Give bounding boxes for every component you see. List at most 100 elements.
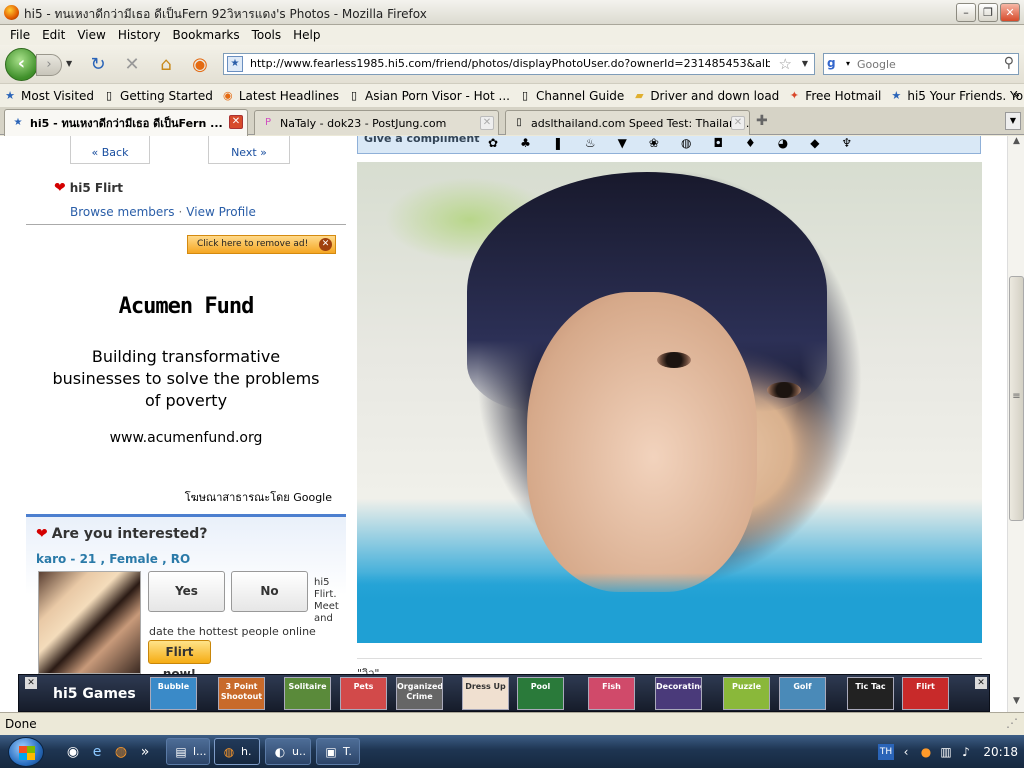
forward-button[interactable]: › [36,54,62,76]
quicklaunch-more-icon[interactable]: » [136,743,154,761]
view-profile-link[interactable]: View Profile [186,205,256,219]
tray-app-icon[interactable]: ● [918,744,934,760]
task-window[interactable]: ▣ T. [316,738,360,765]
game-thumb[interactable]: Puzzle [723,677,770,710]
history-dropdown-icon[interactable]: ▼ [66,59,72,68]
main-photo[interactable] [357,162,982,643]
game-thumb[interactable]: Flirt [902,677,949,710]
game-thumb[interactable]: Dress Up [462,677,509,710]
close-tab-icon[interactable]: ✕ [480,116,494,130]
bookmark-star-icon[interactable]: ☆ [779,55,792,73]
search-input[interactable] [857,56,997,72]
advertisement[interactable]: Acumen Fund Building transformative busi… [36,254,336,506]
game-thumb[interactable]: Pool [517,677,564,710]
menu-edit[interactable]: Edit [36,28,71,42]
bookmark-driver-folder[interactable]: ▰ Driver and down load [632,89,779,103]
ad-title[interactable]: Acumen Fund [36,294,336,319]
ie-icon[interactable]: e [88,743,106,761]
bottle-icon[interactable]: ❚ [553,136,563,150]
volume-icon[interactable]: ♪ [958,744,974,760]
bookmark-asian-visor[interactable]: ▯ Asian Porn Visor - Hot ... [347,89,510,103]
clock[interactable]: 20:18 [983,745,1018,759]
menu-view[interactable]: View [71,28,111,42]
lips-icon[interactable]: ◕ [778,136,788,150]
restore-button[interactable]: ❐ [978,3,998,22]
back-button[interactable]: ‹ [5,48,38,81]
bookmark-channel-guide[interactable]: ▯ Channel Guide [518,89,624,103]
url-dropdown-icon[interactable]: ▼ [802,59,808,68]
cake-icon[interactable]: ◍ [681,136,691,150]
scroll-down-icon[interactable]: ▼ [1009,696,1024,712]
task-globe[interactable]: ◐ u.. [265,738,311,765]
vertical-scrollbar[interactable]: ▲ ≡ ▼ [1007,136,1024,712]
next-photo-link[interactable]: Next » [208,136,290,164]
candy-icon[interactable]: ◆ [810,136,819,150]
task-firefox[interactable]: ◍ h. [214,738,260,765]
game-thumb[interactable]: Fish [588,677,635,710]
search-engine-dropdown-icon[interactable]: ▾ [846,59,850,68]
close-window-button[interactable]: ✕ [1000,3,1020,22]
person-info[interactable]: karo - 21 , Female , RO [36,552,190,566]
bookmarks-overflow-icon[interactable]: » [1013,88,1020,102]
firefox-quicklaunch-icon[interactable]: ◍ [112,743,130,761]
toast-icon[interactable]: ♆ [841,136,852,150]
game-thumb[interactable]: Tic Tac [847,677,894,710]
game-thumb[interactable]: Decorating [655,677,702,710]
menu-bookmarks[interactable]: Bookmarks [167,28,246,42]
drink-icon[interactable]: ♨ [585,136,596,150]
bookmark-free-hotmail[interactable]: ✦ Free Hotmail [787,89,882,103]
flower-icon[interactable]: ✿ [488,136,498,150]
tab-hi5[interactable]: ★ hi5 - ทนเหงาดีกว่ามีเธอ ดีเป็นFern ...… [4,109,248,136]
menu-tools[interactable]: Tools [246,28,288,42]
tab-postjung[interactable]: P NaTaly - dok23 - PostJung.com ✕ [254,110,499,135]
flirt-now-button[interactable]: Flirt now! [148,640,211,681]
close-games-right-icon[interactable]: ✕ [975,677,987,689]
url-text[interactable]: http://www.fearless1985.hi5.com/friend/p… [250,57,770,70]
show-desktop-icon[interactable]: ◉ [64,743,82,761]
ad-url[interactable]: www.acumenfund.org [36,430,336,446]
search-bar[interactable]: g ▾ ⚲ [823,53,1019,75]
resize-grip-icon[interactable]: ⋰ [1006,716,1018,730]
close-games-left-icon[interactable]: ✕ [25,677,37,689]
language-indicator[interactable]: TH [878,743,894,760]
bookmark-hi5[interactable]: ★hi5 Your Friends. You... [889,89,1024,103]
tab-list-dropdown-icon[interactable]: ▼ [1005,112,1021,130]
home-icon[interactable]: ⌂ [155,54,177,76]
beer-icon[interactable]: ◘ [713,136,723,150]
search-icon[interactable]: ⚲ [1004,55,1014,71]
start-button[interactable] [8,737,44,767]
game-thumb[interactable]: Organized Crime [396,677,443,710]
network-icon[interactable]: ▥ [938,744,954,760]
browse-members-link[interactable]: Browse members [70,205,174,219]
game-thumb[interactable]: 3 Point Shootout [218,677,265,710]
no-button[interactable]: No [231,571,308,612]
menu-history[interactable]: History [112,28,167,42]
ad-body[interactable]: Building transformative businesses to so… [46,346,326,412]
scroll-thumb[interactable]: ≡ [1009,276,1024,521]
gift-icon[interactable]: ♦ [745,136,756,150]
task-notepad[interactable]: ▤ l... [166,738,210,765]
game-thumb[interactable]: Solitaire [284,677,331,710]
stop-icon[interactable]: ✕ [121,54,143,76]
cocktail-icon[interactable]: ▼ [618,136,627,150]
yes-button[interactable]: Yes [148,571,225,612]
bookmark-most-visited[interactable]: ★ Most Visited [3,89,94,103]
site-identity-icon[interactable]: ★ [227,56,243,72]
scroll-up-icon[interactable]: ▲ [1009,136,1024,152]
teddy-icon[interactable]: ❀ [649,136,659,150]
url-bar[interactable]: ★ http://www.fearless1985.hi5.com/friend… [223,53,815,75]
minimize-button[interactable]: – [956,3,976,22]
close-ad-icon[interactable]: ✕ [319,238,332,251]
remove-ad-button[interactable]: Click here to remove ad! ✕ [187,235,336,254]
bookmark-latest-headlines[interactable]: ◉ Latest Headlines [221,89,339,103]
ad-attribution[interactable]: โฆษณาสาธารณะโดย Google [185,488,332,506]
back-photo-link[interactable]: « Back [70,136,150,164]
rss-feed-icon[interactable]: ◉ [189,54,211,76]
game-thumb[interactable]: Pets [340,677,387,710]
new-tab-icon[interactable]: ✚ [756,113,768,129]
tray-expand-icon[interactable]: ‹ [898,744,914,760]
game-thumb[interactable]: Bubble [150,677,197,710]
close-tab-icon[interactable]: ✕ [229,115,243,129]
menu-file[interactable]: File [4,28,36,42]
tab-adslthailand[interactable]: ▯ adslthailand.com Speed Test: Thailand'… [505,110,750,135]
